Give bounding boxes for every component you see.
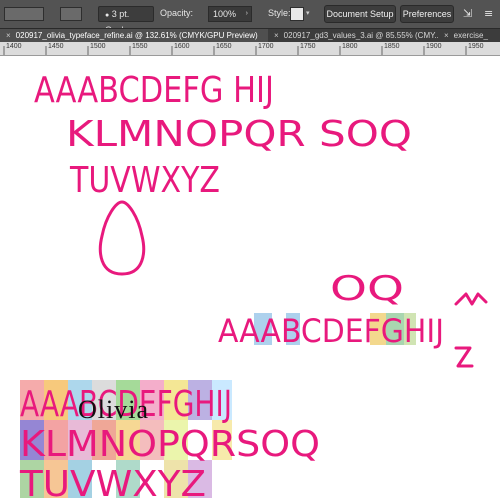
panel-menu-icon[interactable]: ≡ [484, 7, 493, 20]
ruler-label: 1850 [384, 43, 400, 50]
close-icon[interactable]: × [6, 31, 11, 40]
ruler-label: 1500 [90, 43, 106, 50]
ruler-label: 1950 [468, 43, 484, 50]
z-glyph [454, 346, 474, 368]
tab-exercise[interactable]: × exercise_ [438, 29, 500, 43]
preferences-button[interactable]: Preferences [400, 5, 454, 23]
tab-label: exercise_ [453, 31, 488, 40]
horizontal-ruler[interactable]: 1400 1450 1500 1550 1600 1650 1700 1750 … [0, 42, 500, 56]
ruler-ticks [3, 46, 467, 55]
tab-label: 020917_olivia_typeface_refine.ai @ 132.6… [15, 31, 258, 40]
tab-olivia-typeface[interactable]: × 020917_olivia_typeface_refine.ai @ 132.… [0, 29, 268, 43]
style-label: Style: [268, 8, 291, 18]
style-swatch[interactable] [290, 7, 304, 21]
tab-label: 020917_gd3_values_3.ai @ 85.55% (CMY... [283, 31, 438, 40]
alphabet-line-2: KLMNOPQR SOQ [66, 114, 412, 155]
brush-dot-icon: ● [105, 12, 110, 19]
control-bar: ● 3 pt. Oval Opacity: 100% › Style: ▾ Do… [0, 0, 500, 35]
grid-row-2: KLMNOPQRSOQ [20, 424, 320, 465]
alphabet-line-1: AAABCDEFG HIJ [34, 70, 274, 111]
ruler-label: 1400 [6, 43, 22, 50]
ruler-label: 1800 [342, 43, 358, 50]
brush-preview[interactable] [60, 7, 82, 21]
chevron-down-icon[interactable]: ▾ [306, 9, 310, 17]
oq-glyphs: OQ [330, 269, 404, 309]
document-setup-button[interactable]: Document Setup [324, 5, 396, 23]
opacity-label: Opacity: [160, 8, 194, 18]
stroke-color-swatch[interactable] [4, 7, 44, 21]
alphabet-line-3: TUVWXYZ [69, 160, 220, 201]
egg-logo [98, 200, 146, 276]
close-icon[interactable]: × [274, 31, 279, 40]
chevron-right-icon[interactable]: › [246, 7, 248, 21]
document-tab-bar: × 020917_olivia_typeface_refine.ai @ 132.… [0, 28, 500, 43]
m-glyph [454, 292, 488, 306]
ruler-label: 1750 [300, 43, 316, 50]
grid-row-3: TUVWXYZ [19, 464, 206, 500]
ruler-label: 1600 [174, 43, 190, 50]
opacity-value: 100% [213, 9, 237, 19]
ruler-label: 1550 [132, 43, 148, 50]
artboard-canvas[interactable]: AAABCDEFG HIJ KLMNOPQR SOQ TUVWXYZ OQ AA… [0, 56, 500, 500]
brush-definition-dropdown[interactable]: ● 3 pt. Oval [98, 6, 154, 35]
opacity-input[interactable]: 100% › [208, 6, 252, 22]
ruler-label: 1450 [48, 43, 64, 50]
arrange-icon[interactable]: ⇲ [463, 7, 472, 20]
ruler-label: 1900 [426, 43, 442, 50]
alphabet-mid-line: AAABCDEFGHIJ [218, 312, 444, 350]
tab-gd3-values[interactable]: × 020917_gd3_values_3.ai @ 85.55% (CMY... [268, 29, 438, 43]
close-icon[interactable]: × [444, 31, 449, 40]
olivia-wordmark: Olivia [78, 395, 149, 424]
ruler-label: 1700 [258, 43, 274, 50]
typeface-artwork[interactable]: AAABCDEFG HIJ KLMNOPQR SOQ TUVWXYZ OQ AA… [0, 56, 500, 500]
ruler-label: 1650 [216, 43, 232, 50]
